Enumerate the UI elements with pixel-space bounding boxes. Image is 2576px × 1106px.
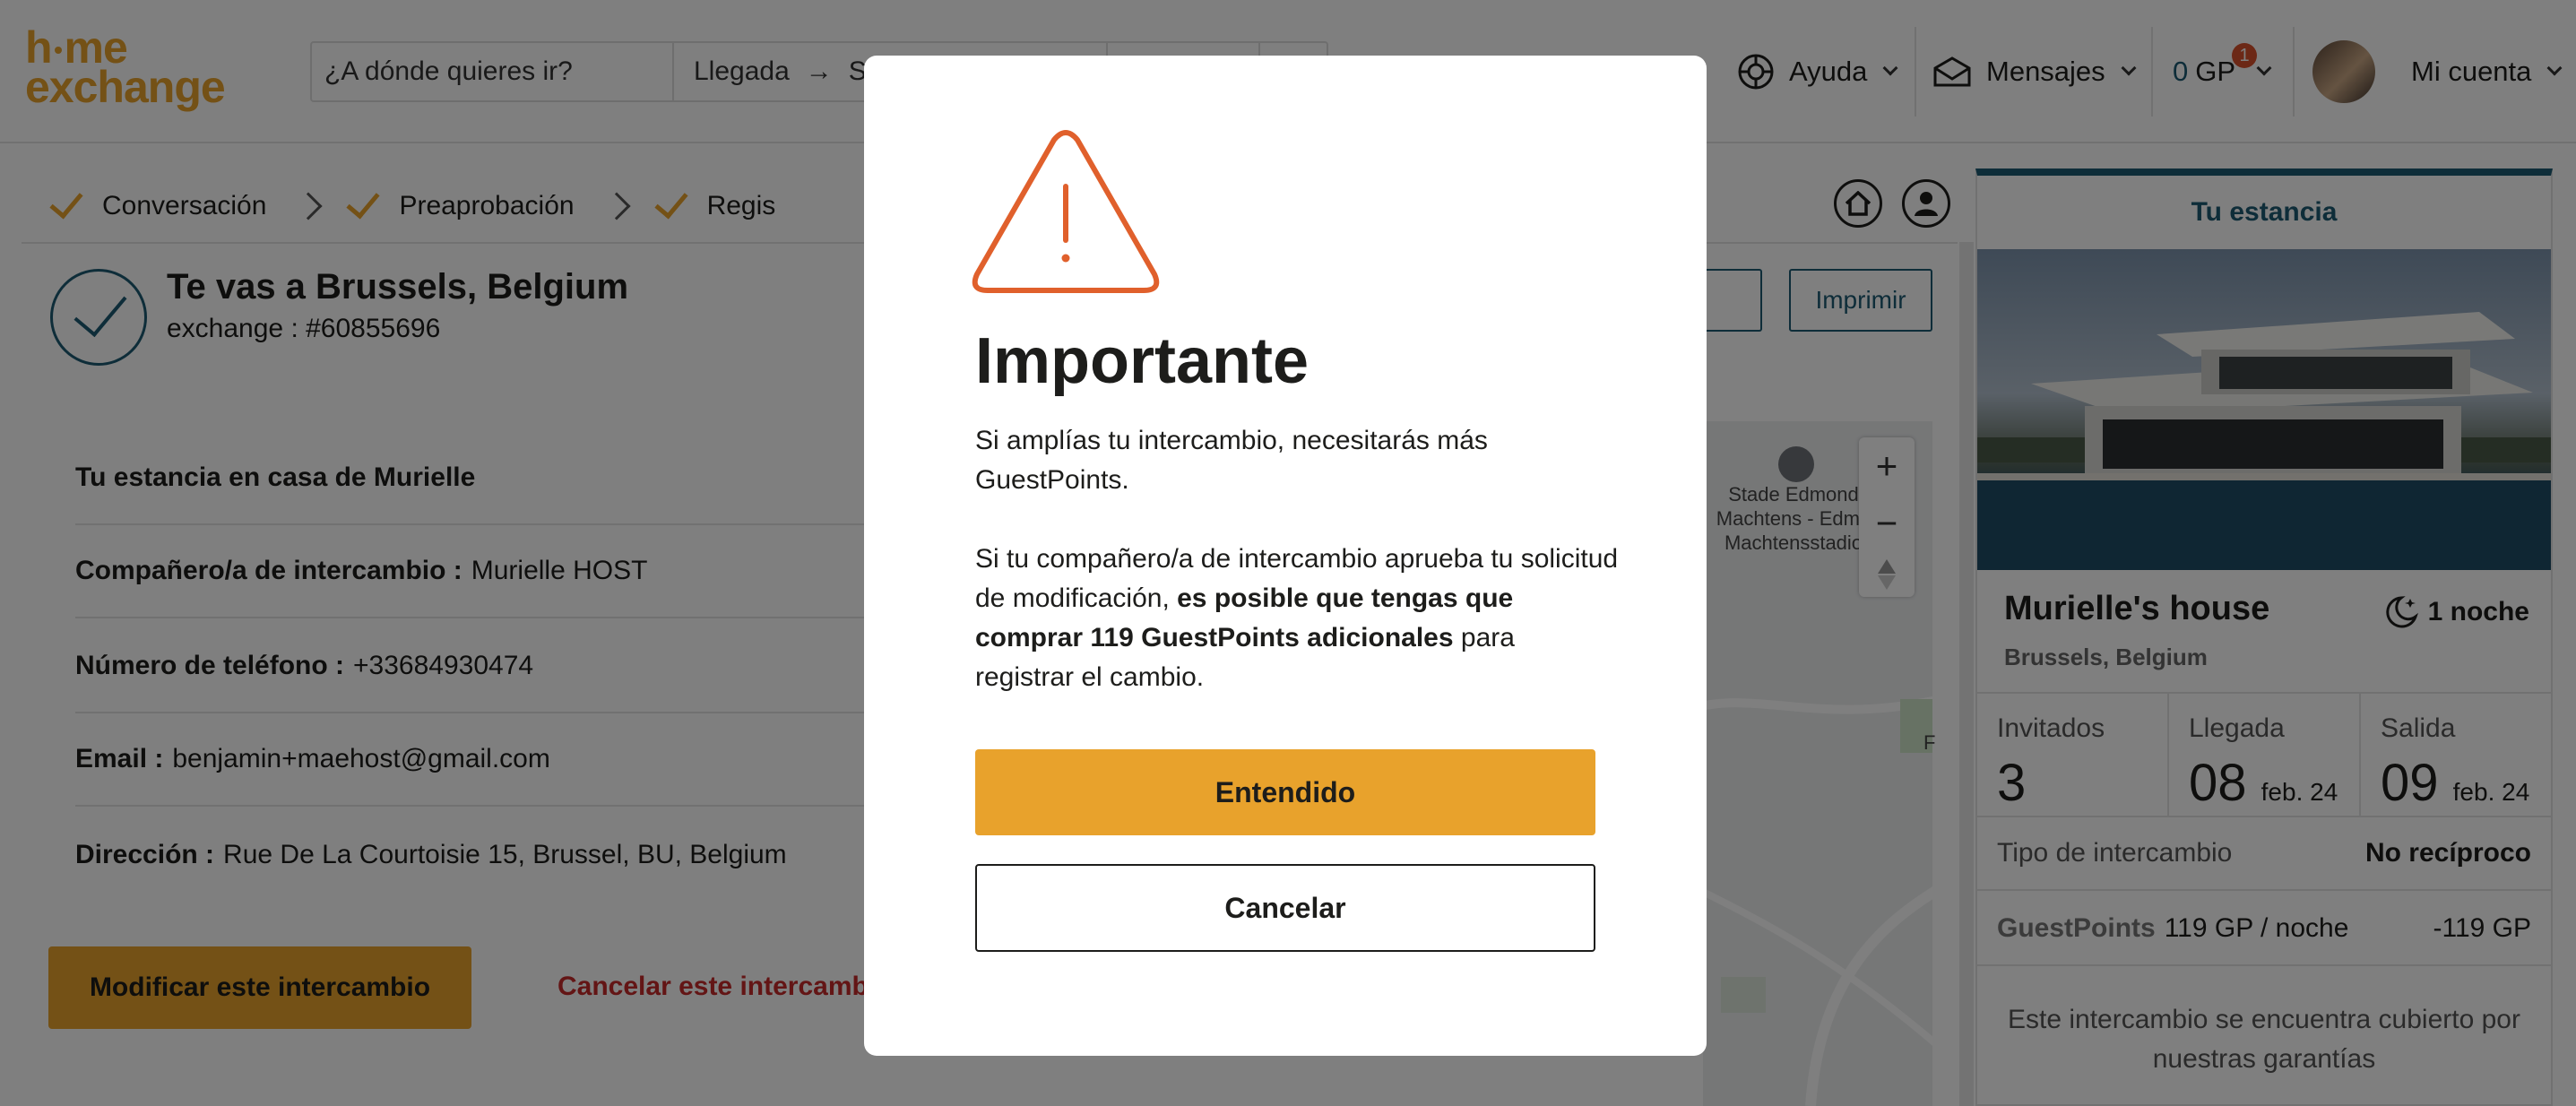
important-modal: Importante Si amplías tu intercambio, ne… bbox=[864, 56, 1707, 1056]
modal-title: Importante bbox=[975, 325, 1310, 397]
understood-button[interactable]: Entendido bbox=[975, 749, 1595, 835]
warning-triangle-icon bbox=[972, 130, 1160, 293]
understood-label: Entendido bbox=[1215, 775, 1356, 808]
cancel-button[interactable]: Cancelar bbox=[975, 864, 1595, 952]
modal-body: Si amplías tu intercambio, necesitarás m… bbox=[975, 421, 1621, 737]
cancel-label: Cancelar bbox=[1224, 891, 1346, 924]
modal-paragraph-2: Si tu compañero/a de intercambio aprueba… bbox=[975, 540, 1621, 697]
modal-paragraph-1: Si amplías tu intercambio, necesitarás m… bbox=[975, 426, 1488, 495]
